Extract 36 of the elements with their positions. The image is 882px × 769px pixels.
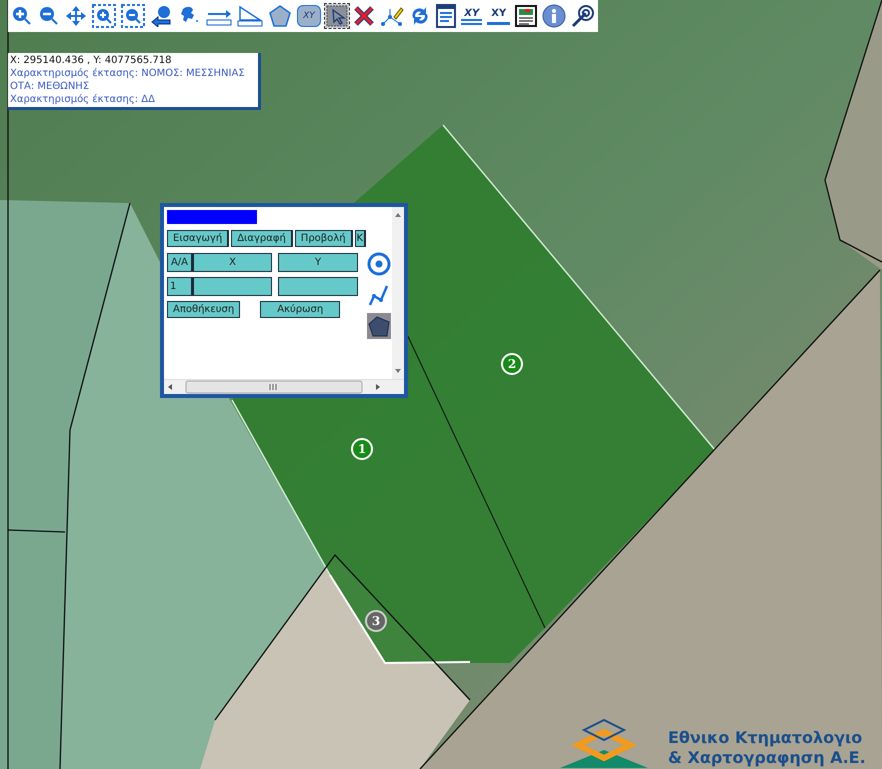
column-header: Y <box>278 253 358 272</box>
locate-tool[interactable] <box>570 3 596 29</box>
select-tool[interactable] <box>325 4 350 28</box>
y-input-field[interactable] <box>278 277 358 296</box>
logo-text: Εθνικο Κτηματολογιο <box>668 728 864 748</box>
tab[interactable]: Προβολή <box>294 230 353 247</box>
horizontal-scrollbar[interactable] <box>164 379 404 394</box>
zoom-box-in-tool[interactable] <box>90 3 117 29</box>
info-text: Χαρακτηρισμός έκτασης: ΝΟΜΟΣ: ΜΕΣΣΗΝΙΑΣ <box>10 67 246 80</box>
xy-polygon-tool[interactable]: XY <box>296 4 322 28</box>
vertical-scrollbar[interactable] <box>392 207 404 379</box>
xy-form-tool[interactable]: XY <box>460 6 484 26</box>
dialog-button[interactable]: Ακύρωση <box>260 301 340 318</box>
info-tool[interactable] <box>541 3 568 29</box>
tab[interactable]: Εισαγωγή <box>167 230 230 247</box>
tab[interactable]: Κ <box>354 230 366 247</box>
x-input-field[interactable] <box>193 277 272 296</box>
column-header: X <box>193 253 272 272</box>
row-number: 1 <box>167 277 193 296</box>
pan-tool[interactable] <box>64 4 88 28</box>
zoom-box-out-tool[interactable] <box>120 3 146 29</box>
logo-text: & Χαρτογραφηση Α.Ε. <box>668 748 866 768</box>
legend-tool[interactable] <box>514 4 538 28</box>
polygon-icon[interactable] <box>367 313 391 339</box>
polygon-tool[interactable] <box>266 4 293 28</box>
point-target-icon[interactable] <box>367 251 391 277</box>
delete-tool[interactable] <box>352 4 376 28</box>
area-tool[interactable] <box>236 4 264 28</box>
tab[interactable]: Διαγραφή <box>231 230 293 247</box>
column-header: A/A <box>167 253 193 272</box>
xy-goto-tool[interactable]: XY <box>486 6 512 26</box>
info-text: ΟΤΑ: ΜΕΘΩΝΗΣ <box>10 80 90 93</box>
dialog-button[interactable]: Αποθήκευση <box>167 301 240 318</box>
info-text: Χαρακτηρισμός έκτασης: ΔΔ <box>10 93 156 106</box>
document-tool[interactable] <box>435 3 458 29</box>
coordinates-text: X: 295140.436 , Y: 4077565.718 <box>10 54 173 67</box>
